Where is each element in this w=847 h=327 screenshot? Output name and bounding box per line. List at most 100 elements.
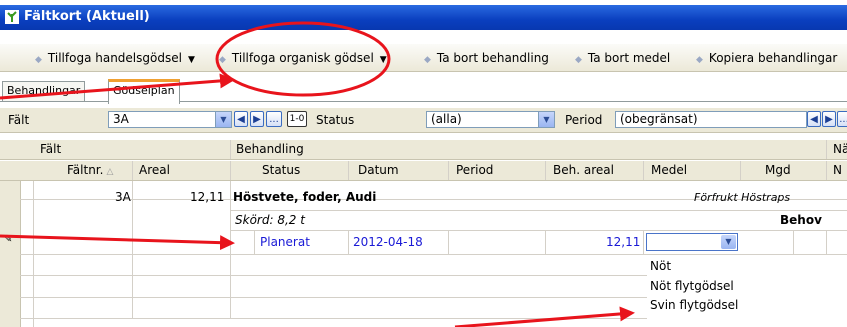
more-button[interactable]: ... xyxy=(837,111,847,127)
column-divider xyxy=(132,161,133,180)
need-label: Behov xyxy=(780,213,822,227)
column-divider xyxy=(230,140,231,159)
field-select[interactable]: 3A ▼ xyxy=(108,111,232,128)
title-bar: Fältkort (Aktuell) xyxy=(0,5,847,30)
column-header-beh-areal[interactable]: Beh. areal xyxy=(553,163,614,177)
field-number-cell[interactable]: 3A xyxy=(115,190,131,204)
status-select[interactable]: (alla) ▼ xyxy=(426,111,555,128)
treatment-date-cell[interactable]: 2012-04-18 xyxy=(353,235,423,249)
toolbar-item-label: Tillfoga handelsgödsel xyxy=(47,51,182,65)
column-header-n[interactable]: N xyxy=(833,163,842,177)
treatment-area-cell[interactable]: 12,11 xyxy=(606,235,640,249)
column-header-datum[interactable]: Datum xyxy=(358,163,399,177)
window-title: Fältkort (Aktuell) xyxy=(24,9,150,24)
column-header-label: Fältnr. xyxy=(67,163,104,177)
column-divider xyxy=(826,231,827,254)
toolbar-item-label: Ta bort behandling xyxy=(436,51,549,65)
annotation-arrow-dropdown xyxy=(454,306,635,327)
column-header-faltnr[interactable]: Fältnr. △ xyxy=(67,163,113,177)
row-divider xyxy=(230,230,847,231)
field-area-cell[interactable]: 12,11 xyxy=(190,190,224,204)
crop-name: Höstvete, foder, Audi xyxy=(233,190,377,204)
bullet-icon: ◆ xyxy=(575,55,582,65)
field-card-icon xyxy=(5,10,19,24)
chevron-down-icon[interactable]: ▼ xyxy=(538,112,554,127)
next-arrow-icon[interactable]: ▶ xyxy=(250,111,264,127)
add-organic-fertilizer-button[interactable]: ◆ Tillfoga organisk gödsel ▼ xyxy=(219,51,387,65)
column-divider xyxy=(348,161,349,180)
grid-column-header: Fältnr. △ Areal Status Datum Period Beh. … xyxy=(0,161,847,181)
status-filter-label: Status xyxy=(316,113,355,127)
reset-filter-button[interactable]: 1-0 xyxy=(287,111,307,127)
remove-treatment-button[interactable]: ◆ Ta bort behandling xyxy=(424,51,549,65)
next-arrow-icon[interactable]: ▶ xyxy=(822,111,836,127)
row-divider xyxy=(230,210,847,211)
dropdown-option[interactable]: Svin flytgödsel xyxy=(650,298,738,312)
chevron-down-icon: ▼ xyxy=(379,55,387,65)
bullet-icon: ◆ xyxy=(424,55,431,65)
column-header-mgd[interactable]: Mgd xyxy=(765,163,791,177)
toolbar-item-label: Tillfoga organisk gödsel xyxy=(231,51,374,65)
field-filter-label: Fält xyxy=(8,113,30,127)
column-header-areal[interactable]: Areal xyxy=(139,163,170,177)
group-header-falt: Fält xyxy=(40,142,62,156)
group-header-extra: Nä xyxy=(833,142,847,156)
chevron-down-icon[interactable]: ▼ xyxy=(215,112,231,127)
row-divider xyxy=(20,297,647,298)
column-divider xyxy=(643,231,644,254)
status-select-value: (alla) xyxy=(431,112,462,126)
medel-dropdown-list: Nöt Nöt flytgödsel Svin flytgödsel xyxy=(647,256,847,327)
field-select-value: 3A xyxy=(113,112,129,126)
column-divider xyxy=(348,231,349,254)
row-divider xyxy=(20,275,647,276)
period-select[interactable]: (obegränsat) xyxy=(615,111,807,128)
more-button[interactable]: ... xyxy=(266,111,282,127)
column-divider xyxy=(793,231,794,254)
column-divider xyxy=(230,161,231,180)
tab-godselplan[interactable]: Gödselplan xyxy=(108,79,180,104)
toolbar: ◆ Tillfoga handelsgödsel ▼ ◆ Tillfoga organ… xyxy=(0,44,847,72)
prev-arrow-icon[interactable]: ◀ xyxy=(807,111,821,127)
column-header-status[interactable]: Status xyxy=(262,163,300,177)
sort-asc-icon: △ xyxy=(106,167,114,177)
previous-crop: Förfrukt Höstraps xyxy=(694,191,791,204)
copy-treatments-button[interactable]: ◆ Kopiera behandlingar xyxy=(696,51,837,65)
bullet-icon: ◆ xyxy=(35,55,42,65)
row-divider xyxy=(20,254,847,255)
column-divider xyxy=(826,140,827,159)
dropdown-option[interactable]: Nöt flytgödsel xyxy=(650,279,734,293)
add-mineral-fertilizer-button[interactable]: ◆ Tillfoga handelsgödsel ▼ xyxy=(35,51,195,65)
tab-behandlingar[interactable]: Behandlingar xyxy=(2,81,86,101)
column-divider xyxy=(448,161,449,180)
column-divider xyxy=(545,231,546,254)
toolbar-item-label: Kopiera behandlingar xyxy=(708,51,838,65)
column-header-medel[interactable]: Medel xyxy=(651,163,687,177)
column-header-period[interactable]: Period xyxy=(456,163,493,177)
treatment-status-cell[interactable]: Planerat xyxy=(260,235,310,249)
dropdown-option[interactable]: Nöt xyxy=(650,259,671,273)
row-selector-column xyxy=(0,181,21,327)
chevron-down-icon[interactable]: ▼ xyxy=(721,235,736,249)
column-divider xyxy=(545,161,546,180)
row-divider xyxy=(20,318,647,319)
column-divider xyxy=(643,161,644,180)
column-divider xyxy=(254,231,255,254)
group-header-behandling: Behandling xyxy=(236,142,304,156)
edit-pencil-icon: ✎ xyxy=(4,234,13,245)
medel-select[interactable]: ▼ xyxy=(646,233,738,251)
remove-agent-button[interactable]: ◆ Ta bort medel xyxy=(575,51,670,65)
harvest-text: Skörd: 8,2 t xyxy=(235,213,305,227)
column-divider xyxy=(740,161,741,180)
prev-arrow-icon[interactable]: ◀ xyxy=(234,111,248,127)
toolbar-item-label: Ta bort medel xyxy=(587,51,671,65)
column-divider xyxy=(826,161,827,180)
app-window: Fältkort (Aktuell) ◆ Tillfoga handelsgöds… xyxy=(0,0,847,327)
chevron-down-icon: ▼ xyxy=(187,55,195,65)
column-divider xyxy=(448,231,449,254)
period-select-value: (obegränsat) xyxy=(620,112,698,126)
annotation-arrow-row xyxy=(0,234,235,251)
bullet-icon: ◆ xyxy=(219,55,226,65)
tab-strip: Behandlingar Gödselplan xyxy=(0,79,847,104)
grid-group-header: Fält Behandling Nä xyxy=(0,140,847,160)
bullet-icon: ◆ xyxy=(696,55,703,65)
